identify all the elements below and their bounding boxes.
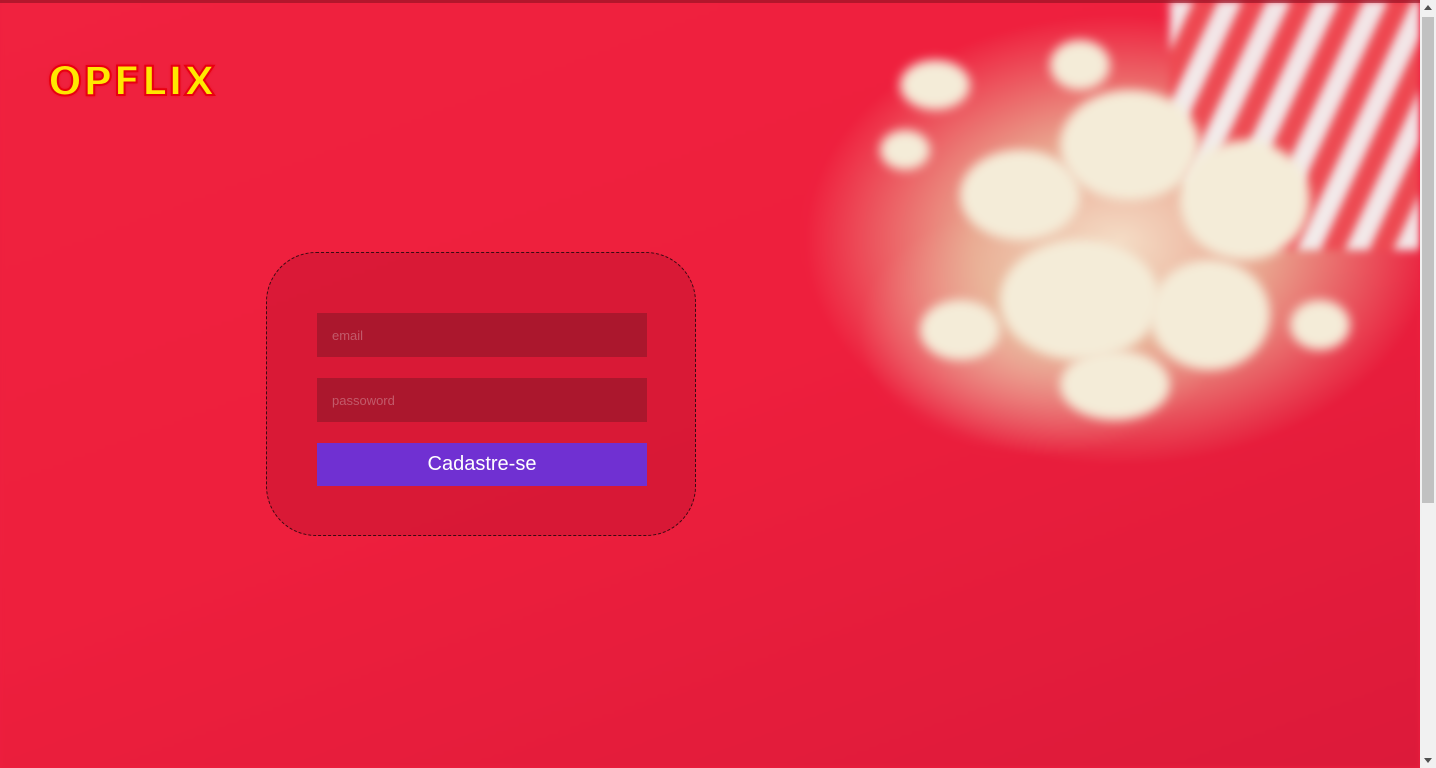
popcorn-kernel (880, 130, 930, 170)
popcorn-kernel (1290, 300, 1350, 350)
popcorn-kernel (1060, 350, 1170, 420)
popcorn-kernel (920, 300, 1000, 360)
popcorn-kernel (1000, 240, 1160, 360)
scroll-up-arrow-icon[interactable] (1424, 5, 1432, 10)
signup-card: Cadastre-se (266, 252, 696, 536)
popcorn-kernel (960, 150, 1080, 240)
opflix-logo[interactable]: OPFLIX (47, 56, 216, 108)
popcorn-kernel (1060, 90, 1200, 200)
signup-button[interactable]: Cadastre-se (317, 443, 647, 486)
popcorn-kernel (1150, 260, 1270, 370)
scroll-down-arrow-icon[interactable] (1424, 758, 1432, 763)
vertical-scrollbar[interactable] (1420, 0, 1436, 768)
popcorn-kernel (900, 60, 970, 110)
popcorn-kernel (1050, 40, 1110, 90)
popcorn-kernel (1180, 140, 1310, 260)
password-field[interactable] (317, 378, 647, 422)
email-field[interactable] (317, 313, 647, 357)
scroll-thumb[interactable] (1422, 17, 1434, 503)
background-image (0, 0, 1420, 768)
top-edge-line (0, 0, 1420, 3)
